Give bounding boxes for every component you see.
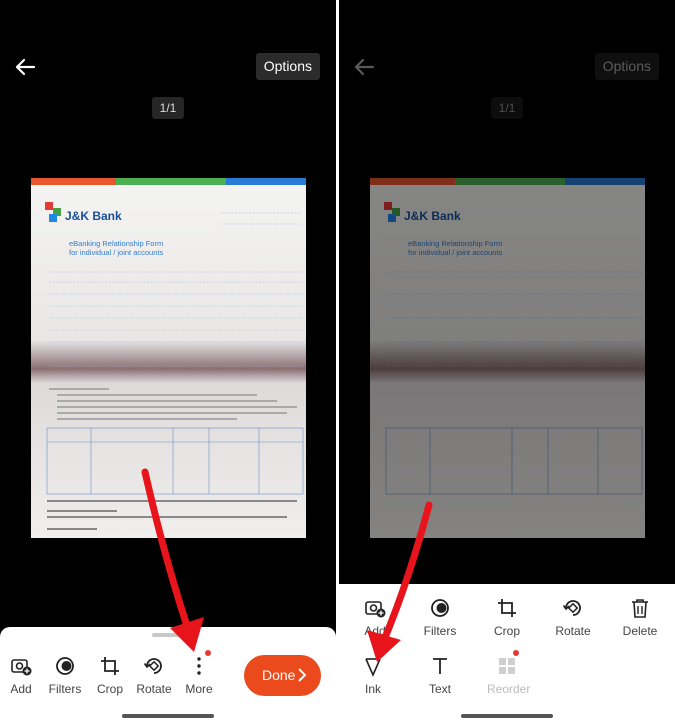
- annotation-arrow: [367, 501, 433, 662]
- left-screen: Options 1/1 J&K Bank eBanking Relationsh…: [0, 0, 336, 727]
- annotation-arrow: [141, 468, 204, 652]
- right-screen: Options 1/1 J&K Bank eBanking Relationsh…: [339, 0, 675, 727]
